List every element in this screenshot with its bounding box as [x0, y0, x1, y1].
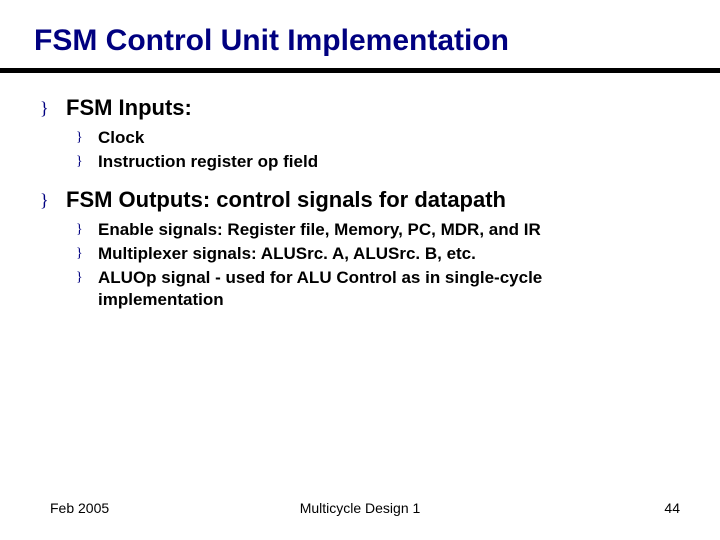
list-item: } Instruction register op field: [76, 151, 686, 173]
list-item-text: FSM Outputs: control signals for datapat…: [66, 187, 506, 213]
list-item: } FSM Outputs: control signals for datap…: [40, 187, 686, 213]
list-item-text: Multiplexer signals: ALUSrc. A, ALUSrc. …: [98, 243, 476, 265]
list-item: } ALUOp signal - used for ALU Control as…: [76, 267, 686, 311]
bullet-icon: }: [76, 267, 98, 289]
sub-list: } Clock } Instruction register op field: [40, 127, 686, 173]
list-item: } Enable signals: Register file, Memory,…: [76, 219, 686, 241]
bullet-icon: }: [76, 243, 98, 265]
slide-title: FSM Control Unit Implementation: [34, 24, 686, 58]
list-item: } Clock: [76, 127, 686, 149]
bullet-icon: }: [76, 219, 98, 241]
bullet-icon: }: [76, 127, 98, 149]
slide: FSM Control Unit Implementation } FSM In…: [0, 0, 720, 540]
list-item-text: FSM Inputs:: [66, 95, 192, 121]
list-item: } Multiplexer signals: ALUSrc. A, ALUSrc…: [76, 243, 686, 265]
list-item-text: Clock: [98, 127, 144, 149]
list-item-text: ALUOp signal - used for ALU Control as i…: [98, 267, 658, 311]
footer-title: Multicycle Design 1: [0, 500, 720, 516]
bullet-icon: }: [76, 151, 98, 173]
slide-footer: Feb 2005 Multicycle Design 1 44: [0, 500, 720, 516]
title-divider: [0, 68, 720, 73]
slide-body: } FSM Inputs: } Clock } Instruction regi…: [34, 95, 686, 311]
list-item: } FSM Inputs:: [40, 95, 686, 121]
list-item-text: Enable signals: Register file, Memory, P…: [98, 219, 541, 241]
bullet-icon: }: [40, 95, 66, 121]
sub-list: } Enable signals: Register file, Memory,…: [40, 219, 686, 311]
bullet-icon: }: [40, 187, 66, 213]
list-item-text: Instruction register op field: [98, 151, 318, 173]
